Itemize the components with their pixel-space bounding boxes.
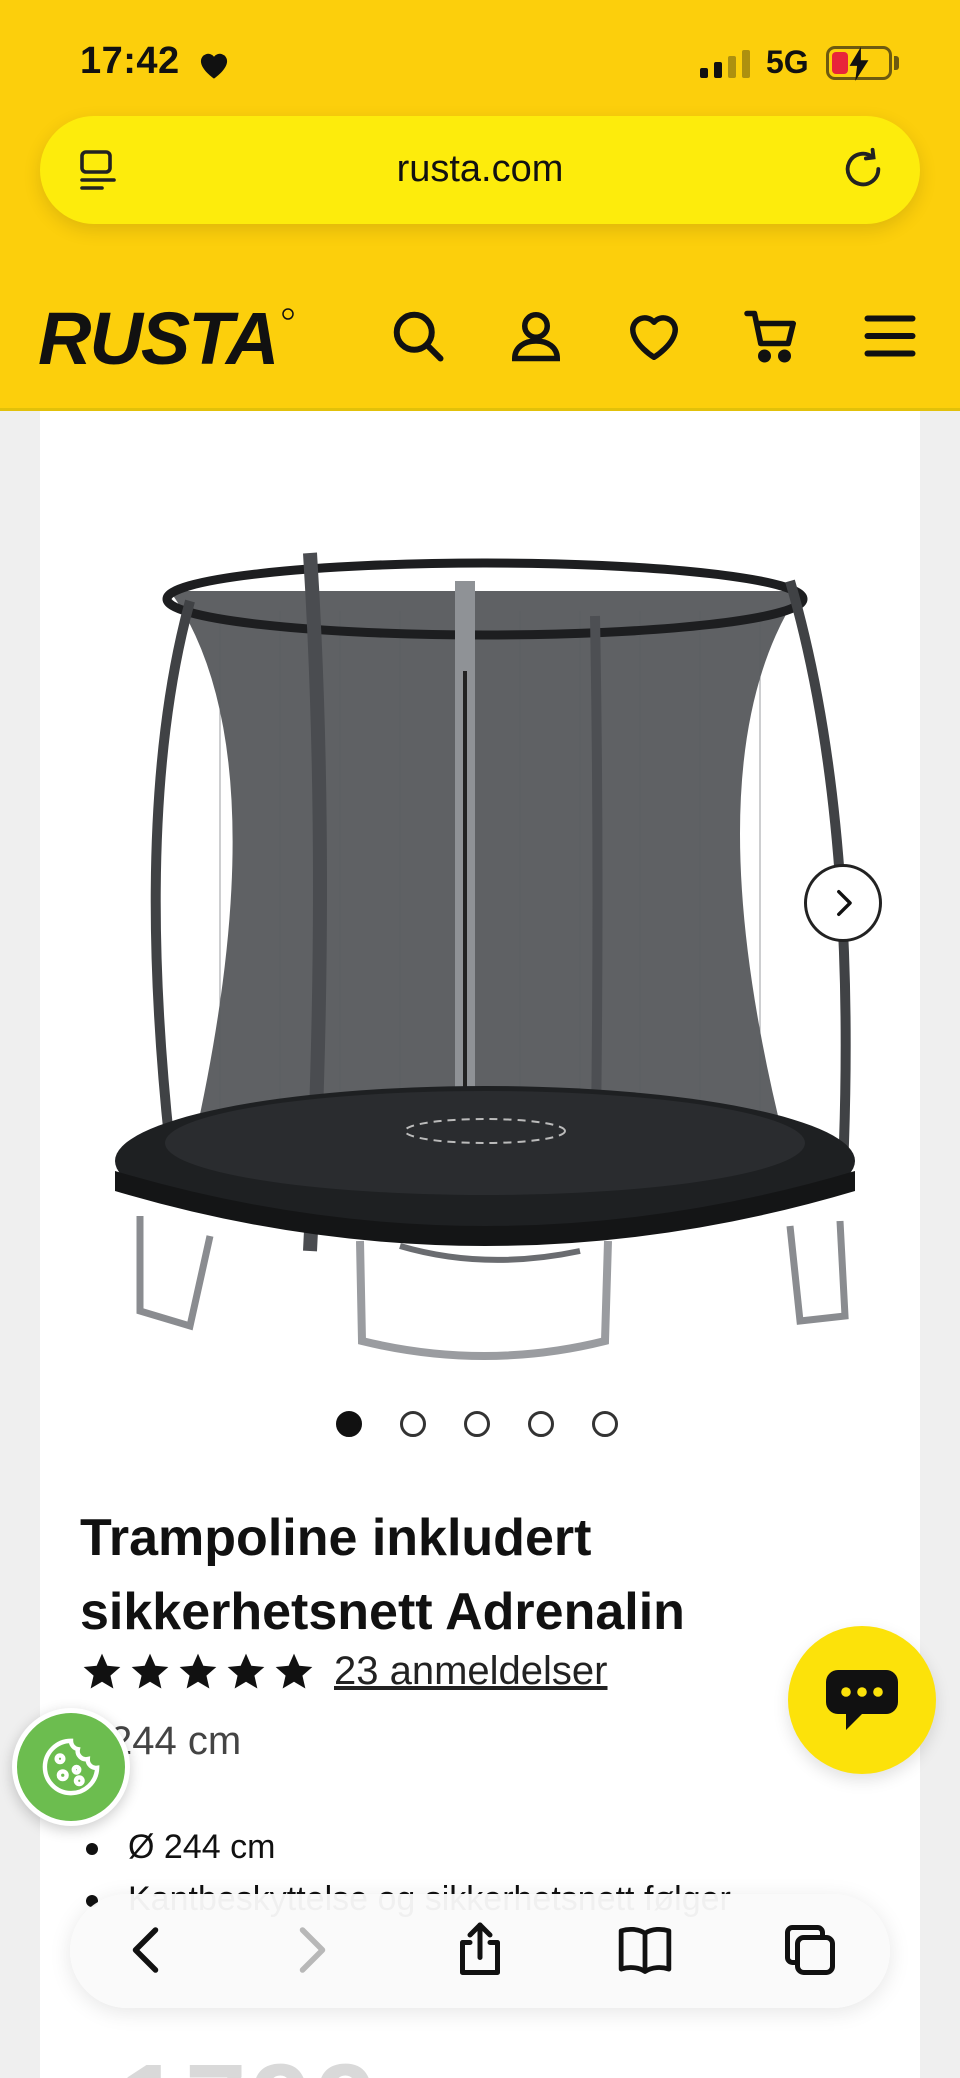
chevron-right-icon — [837, 889, 852, 917]
cellular-signal-icon — [700, 50, 750, 78]
carousel-dot-5[interactable] — [592, 1411, 618, 1437]
product-title: Trampoline inkludert sikkerhetsnett Adre… — [80, 1509, 685, 1641]
url-bar[interactable]: rusta.com — [40, 116, 920, 224]
star-icon — [83, 1653, 121, 1688]
star-icon — [131, 1653, 169, 1688]
reviews-link[interactable]: 23 anmeldelser — [334, 1649, 608, 1694]
product-size: 244 cm — [110, 1719, 242, 1763]
carousel-dot-2[interactable] — [400, 1411, 426, 1437]
battery-cap — [894, 56, 899, 70]
back-chevron-icon[interactable] — [118, 1920, 178, 1980]
cart-icon[interactable] — [742, 306, 802, 366]
chat-bubble-icon — [826, 1670, 898, 1730]
cookie-icon — [42, 1738, 100, 1796]
carousel-dot-3[interactable] — [464, 1411, 490, 1437]
cookie-settings-button[interactable] — [12, 1708, 130, 1826]
menu-icon[interactable] — [860, 306, 920, 366]
search-icon[interactable] — [388, 306, 448, 366]
reload-icon[interactable] — [840, 146, 886, 192]
network-type: 5G — [766, 44, 809, 80]
product-card: Trampoline inkludert sikkerhetsnett Adre… — [40, 411, 920, 2078]
heart-status-icon — [200, 53, 228, 79]
product-image-trampoline[interactable] — [100, 471, 860, 1361]
star-icon — [179, 1653, 217, 1688]
image-carousel-dots — [336, 1411, 618, 1437]
star-icon — [275, 1653, 313, 1688]
forward-chevron-icon[interactable] — [280, 1920, 340, 1980]
price-peek: 1799 — [120, 2040, 381, 2078]
carousel-dot-1[interactable] — [336, 1411, 362, 1437]
star-icon — [227, 1653, 265, 1688]
url-text[interactable]: rusta.com — [40, 148, 920, 191]
browser-toolbar — [70, 1894, 890, 2008]
battery-icon — [826, 46, 892, 81]
carousel-dot-4[interactable] — [528, 1411, 554, 1437]
status-time: 17:42 — [80, 40, 180, 82]
account-icon[interactable] — [506, 306, 566, 366]
share-icon[interactable] — [450, 1920, 510, 1980]
product-rating[interactable]: 23 anmeldelser — [80, 1649, 608, 1694]
wishlist-heart-icon[interactable] — [624, 306, 684, 366]
rusta-logo[interactable]: RUSTA — [38, 300, 298, 380]
rating-stars — [80, 1650, 316, 1694]
next-image-button[interactable] — [804, 864, 882, 942]
svg-text:RUSTA: RUSTA — [38, 300, 277, 380]
bookmarks-icon[interactable] — [614, 1920, 676, 1980]
tabs-icon[interactable] — [780, 1920, 840, 1980]
chat-button[interactable] — [788, 1626, 936, 1774]
status-bar: 17:42 5G — [0, 0, 960, 120]
feature-item: Ø 244 cm — [80, 1821, 880, 1873]
